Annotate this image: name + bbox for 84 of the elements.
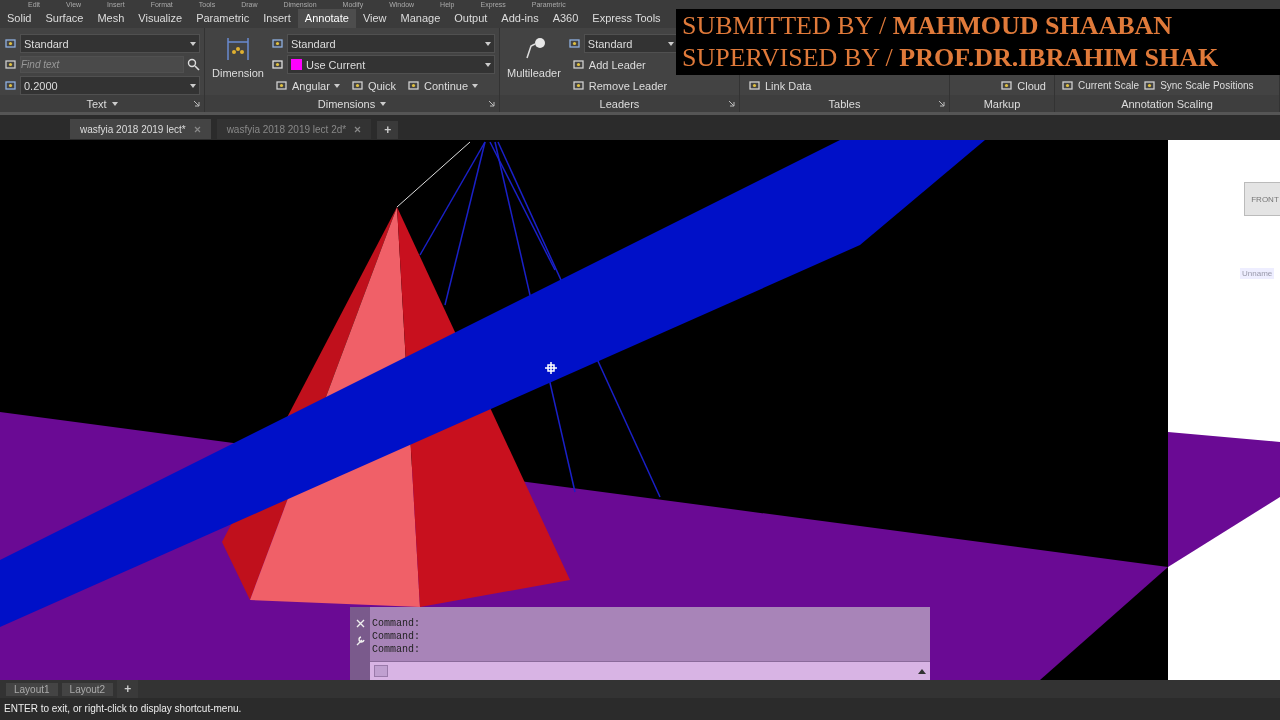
- style-icon: [270, 37, 284, 50]
- tool-icon: [350, 79, 364, 92]
- command-history-line: Command:: [372, 643, 421, 656]
- tool-button[interactable]: Sync Scale Positions: [1141, 79, 1256, 92]
- tool-button[interactable]: Cloud: [996, 79, 1050, 92]
- style-icon: [4, 37, 17, 50]
- ribbon-tab[interactable]: Parametric: [189, 9, 257, 28]
- command-history-line: Command:: [372, 617, 421, 630]
- caret-icon[interactable]: [333, 83, 340, 88]
- tool-button[interactable]: Quick: [346, 79, 400, 92]
- layout-tab[interactable]: Layout1: [6, 682, 58, 696]
- view-cube[interactable]: FRONT: [1244, 182, 1280, 216]
- caret-icon[interactable]: [485, 62, 491, 67]
- new-tab-button[interactable]: +: [377, 121, 399, 139]
- launcher-icon[interactable]: [488, 100, 495, 107]
- tool-icon: [571, 79, 585, 92]
- tool-icon: [274, 79, 288, 92]
- new-layout-button[interactable]: +: [117, 680, 139, 698]
- panel-title[interactable]: Annotation Scaling: [1115, 96, 1219, 111]
- file-tab[interactable]: wasfyia 2018 2019 lect 2d*: [216, 119, 372, 139]
- panel-title[interactable]: Dimensions: [311, 96, 393, 111]
- credit-line: SUPERVISED BY / PROF.DR.IBRAHIM SHAK: [682, 42, 1220, 74]
- ribbon-tab[interactable]: Insert: [256, 9, 298, 28]
- cursor-icon: [544, 361, 558, 375]
- tool-button[interactable]: Angular: [270, 79, 344, 92]
- text-height-icon: [4, 58, 17, 71]
- caret-icon[interactable]: [472, 83, 479, 88]
- layout-tab[interactable]: Layout2: [61, 682, 114, 696]
- launcher-icon[interactable]: [938, 100, 945, 107]
- style-icon: [567, 37, 581, 50]
- ribbon-tab[interactable]: Add-ins: [494, 9, 546, 28]
- search-icon[interactable]: [187, 58, 200, 71]
- launcher-icon[interactable]: [193, 100, 200, 107]
- ribbon-tab[interactable]: Annotate: [297, 9, 356, 28]
- ribbon-tab[interactable]: A360: [545, 9, 586, 28]
- ribbon-tab[interactable]: Visualize: [131, 9, 190, 28]
- style-dropdown[interactable]: Standard: [583, 34, 678, 53]
- style-icon: [4, 79, 17, 92]
- panel-title[interactable]: Tables: [822, 96, 867, 111]
- caret-icon[interactable]: [380, 101, 387, 106]
- file-tab[interactable]: wasfyia 2018 2019 lect*: [70, 119, 211, 139]
- style-dropdown[interactable]: 0.2000: [20, 76, 200, 95]
- tool-button[interactable]: Current Scale: [1059, 79, 1142, 92]
- tool-icon: [407, 79, 420, 92]
- close-icon[interactable]: [354, 125, 362, 133]
- tool-button[interactable]: Add Leader: [567, 58, 650, 71]
- command-input-field[interactable]: [370, 661, 930, 680]
- launcher-icon[interactable]: [728, 100, 735, 107]
- ribbon-tab[interactable]: Output: [447, 9, 495, 28]
- style-dropdown[interactable]: Standard: [286, 34, 495, 53]
- find-text-field[interactable]: Find text: [20, 56, 184, 73]
- tool-button[interactable]: Remove Leader: [567, 79, 672, 92]
- ribbon-tab[interactable]: Express Tools: [585, 9, 668, 28]
- ribbon-tab[interactable]: Surface: [38, 9, 91, 28]
- tool-icon: [1061, 79, 1074, 92]
- command-history-line: Command:: [372, 630, 421, 643]
- dimension-icon: [225, 36, 251, 62]
- tool-icon: [748, 79, 761, 92]
- caret-icon[interactable]: [190, 41, 196, 46]
- tool-button[interactable]: Continue: [403, 79, 483, 92]
- panel-title[interactable]: Markup: [977, 96, 1027, 111]
- caret-icon[interactable]: [190, 83, 196, 88]
- panel-title[interactable]: Text: [80, 96, 124, 111]
- expand-icon[interactable]: [918, 668, 926, 674]
- caret-icon[interactable]: [485, 41, 491, 46]
- wrench-icon[interactable]: [354, 635, 366, 646]
- style-dropdown[interactable]: Standard: [20, 34, 200, 53]
- ribbon-tab[interactable]: Manage: [393, 9, 448, 28]
- close-icon[interactable]: [193, 125, 201, 133]
- prompt-icon: [374, 665, 388, 677]
- credit-line: SUBMITTED BY / MAHMOUD SHAABAN: [682, 10, 1174, 42]
- large-tool-button[interactable]: Dimension: [209, 30, 267, 86]
- panel-title[interactable]: Leaders: [593, 96, 646, 111]
- tool-icon: [1143, 79, 1157, 92]
- tool-icon: [1000, 79, 1014, 92]
- ribbon-tab[interactable]: Solid: [0, 9, 39, 28]
- large-tool-button[interactable]: Multileader: [504, 30, 564, 86]
- layer-dropdown[interactable]: Use Current: [286, 55, 495, 74]
- ribbon-tab[interactable]: View: [355, 9, 394, 28]
- caret-icon[interactable]: [111, 101, 118, 106]
- tool-button[interactable]: Link Data: [744, 79, 816, 92]
- tool-icon: [571, 58, 585, 71]
- layers-icon: [270, 58, 284, 71]
- ribbon-tab[interactable]: Mesh: [90, 9, 132, 28]
